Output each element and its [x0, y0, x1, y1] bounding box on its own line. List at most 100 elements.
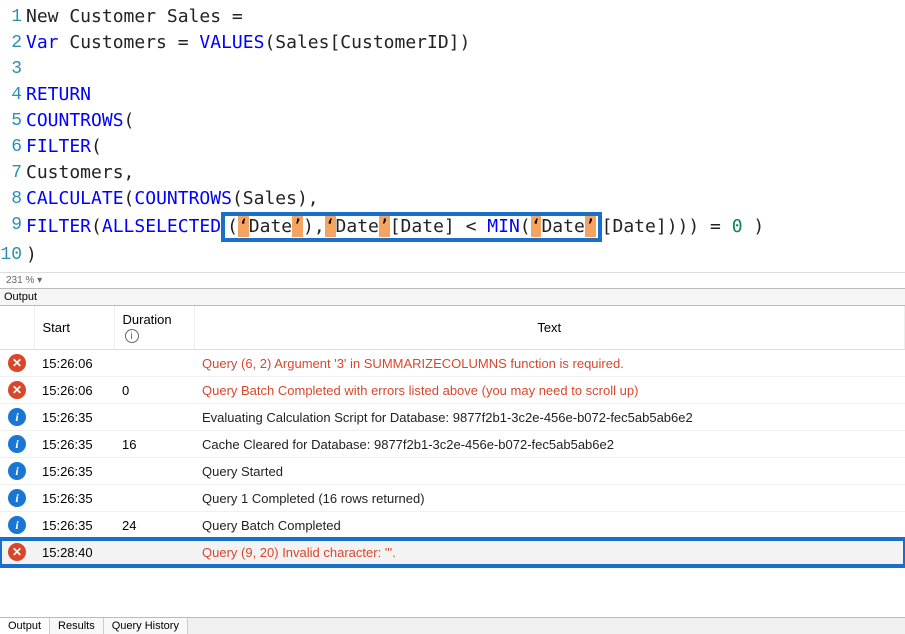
- table-row[interactable]: i15:26:3516Cache Cleared for Database: 9…: [0, 431, 905, 458]
- code-content[interactable]: RETURN: [26, 82, 91, 108]
- row-icon-cell: i: [0, 485, 34, 512]
- output-table[interactable]: Start Duration i Text ✕15:26:06Query (6,…: [0, 306, 905, 617]
- code-line[interactable]: 4RETURN: [0, 82, 905, 108]
- table-row[interactable]: ✕15:26:06Query (6, 2) Argument '3' in SU…: [0, 350, 905, 377]
- token: COUNTROWS: [134, 188, 232, 209]
- highlight-box: (‘Date’),‘Date’[Date] < MIN(‘Date’: [221, 212, 602, 242]
- row-icon-cell: ✕: [0, 350, 34, 377]
- row-duration: 16: [114, 431, 194, 458]
- row-start: 15:26:35: [34, 404, 114, 431]
- token: 0: [732, 216, 743, 237]
- token: ): [26, 244, 37, 265]
- token: [Date] <: [390, 216, 488, 237]
- token: COUNTROWS: [26, 110, 124, 131]
- code-content[interactable]: Var Customers = VALUES(Sales[CustomerID]…: [26, 30, 470, 56]
- row-text: Query 1 Completed (16 rows returned): [194, 485, 905, 512]
- info-icon: i: [8, 408, 26, 426]
- code-line[interactable]: 6FILTER(: [0, 134, 905, 160]
- token: CALCULATE: [26, 188, 124, 209]
- token: (: [124, 188, 135, 209]
- token: FILTER: [26, 136, 91, 157]
- token: VALUES: [199, 32, 264, 53]
- token: [Date]))) =: [602, 216, 732, 237]
- row-text: Query Batch Completed: [194, 512, 905, 539]
- tab-output[interactable]: Output: [0, 618, 50, 634]
- col-duration[interactable]: Duration i: [114, 306, 194, 350]
- code-content[interactable]: New Customer Sales =: [26, 4, 243, 30]
- code-content[interactable]: COUNTROWS(: [26, 108, 134, 134]
- row-duration: [114, 350, 194, 377]
- token: (Sales),: [232, 188, 319, 209]
- table-row[interactable]: ✕15:28:40Query (9, 20) Invalid character…: [0, 539, 905, 566]
- code-line[interactable]: 1New Customer Sales =: [0, 4, 905, 30]
- table-row[interactable]: i15:26:35 Query Started: [0, 458, 905, 485]
- token: Customers: [59, 32, 178, 53]
- code-line[interactable]: 2Var Customers = VALUES(Sales[CustomerID…: [0, 30, 905, 56]
- highlighted-char: ’: [379, 216, 390, 237]
- highlighted-char: ’: [292, 216, 303, 237]
- output-panel-title: Output: [4, 291, 37, 303]
- token: (: [520, 216, 531, 237]
- row-start: 15:26:35: [34, 458, 114, 485]
- tab-results[interactable]: Results: [50, 618, 104, 634]
- row-start: 15:26:35: [34, 431, 114, 458]
- row-text: Query Started: [194, 458, 905, 485]
- token: ALLSELECTED: [102, 216, 221, 237]
- row-start: 15:26:35: [34, 485, 114, 512]
- token: Var: [26, 32, 59, 53]
- zoom-dropdown-icon[interactable]: ▾: [37, 275, 42, 286]
- row-duration: [114, 458, 194, 485]
- code-content[interactable]: CALCULATE(COUNTROWS(Sales),: [26, 186, 319, 212]
- table-row[interactable]: ✕15:26:060Query Batch Completed with err…: [0, 377, 905, 404]
- tab-query-history[interactable]: Query History: [104, 618, 188, 634]
- line-number: 10: [0, 242, 26, 268]
- row-icon-cell: i: [0, 404, 34, 431]
- table-row[interactable]: i 15:26:35 Query 1 Completed (16 rows retu…: [0, 485, 905, 512]
- line-number: 4: [0, 82, 26, 108]
- table-row[interactable]: i15:26:3524Query Batch Completed: [0, 512, 905, 539]
- token: ),: [303, 216, 325, 237]
- row-text: Query Batch Completed with errors listed…: [194, 377, 905, 404]
- code-editor[interactable]: 1New Customer Sales =2Var Customers = VA…: [0, 0, 905, 272]
- code-line[interactable]: 7Customers,: [0, 160, 905, 186]
- info-icon[interactable]: i: [125, 329, 139, 343]
- token: Customers,: [26, 162, 134, 183]
- highlighted-char: ’: [585, 216, 596, 237]
- col-icon[interactable]: [0, 306, 34, 350]
- col-text[interactable]: Text: [194, 306, 905, 350]
- row-duration: [114, 539, 194, 566]
- token: RETURN: [26, 84, 91, 105]
- row-icon-cell: i: [0, 458, 34, 485]
- highlighted-char: ‘: [238, 216, 249, 237]
- code-line[interactable]: 9FILTER(ALLSELECTED(‘Date’),‘Date’[Date]…: [0, 212, 905, 242]
- row-start: 15:28:40: [34, 539, 114, 566]
- code-line[interactable]: 5COUNTROWS(: [0, 108, 905, 134]
- token: Date: [249, 216, 292, 237]
- output-panel-header: Output: [0, 288, 905, 306]
- code-content[interactable]: ): [26, 242, 37, 268]
- row-text: Evaluating Calculation Script for Databa…: [194, 404, 905, 431]
- row-duration: 0: [114, 377, 194, 404]
- info-icon: i: [8, 489, 26, 507]
- zoom-value: 231 %: [6, 275, 34, 286]
- code-content[interactable]: FILTER(ALLSELECTED(‘Date’),‘Date’[Date] …: [26, 212, 764, 242]
- token: New Customer Sales: [26, 6, 232, 27]
- code-line[interactable]: 3: [0, 56, 905, 82]
- row-icon-cell: i: [0, 512, 34, 539]
- row-text: Query (6, 2) Argument '3' in SUMMARIZECO…: [194, 350, 905, 377]
- line-number: 2: [0, 30, 26, 56]
- token: (: [227, 216, 238, 237]
- row-icon-cell: i: [0, 431, 34, 458]
- code-content[interactable]: FILTER(: [26, 134, 102, 160]
- col-start[interactable]: Start: [34, 306, 114, 350]
- line-number: 8: [0, 186, 26, 212]
- token: (: [124, 110, 135, 131]
- zoom-indicator: 231 % ▾: [0, 272, 905, 288]
- row-duration: [114, 404, 194, 431]
- token: (: [91, 216, 102, 237]
- token: Date: [336, 216, 379, 237]
- code-content[interactable]: Customers,: [26, 160, 134, 186]
- table-row[interactable]: i 15:26:35 Evaluating Calculation Script f…: [0, 404, 905, 431]
- code-line[interactable]: 8CALCULATE(COUNTROWS(Sales),: [0, 186, 905, 212]
- code-line[interactable]: 10): [0, 242, 905, 268]
